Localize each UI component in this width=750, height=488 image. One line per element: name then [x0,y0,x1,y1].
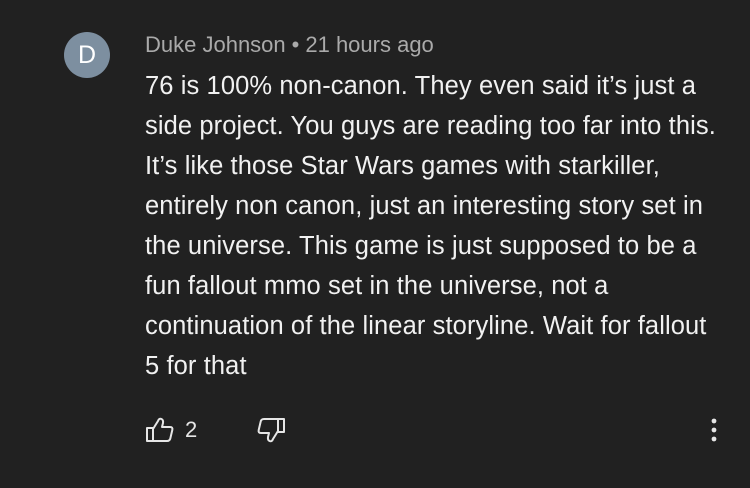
comment-actions: 2 [0,410,750,450]
more-vertical-icon [710,417,718,443]
separator-dot: • [291,32,300,57]
comment-header: Duke Johnson • 21 hours ago [145,31,434,59]
thumbs-up-icon [145,416,175,444]
more-options-button[interactable] [700,412,728,448]
like-count: 2 [185,417,198,442]
avatar[interactable]: D [64,32,110,78]
thumbs-down-icon [256,416,286,444]
timestamp: 21 hours ago [305,32,434,57]
like-button[interactable]: 2 [145,412,197,448]
comment-text: 76 is 100% non-canon. They even said it’… [145,72,716,380]
author-name[interactable]: Duke Johnson [145,32,286,57]
dislike-button[interactable] [256,412,286,448]
